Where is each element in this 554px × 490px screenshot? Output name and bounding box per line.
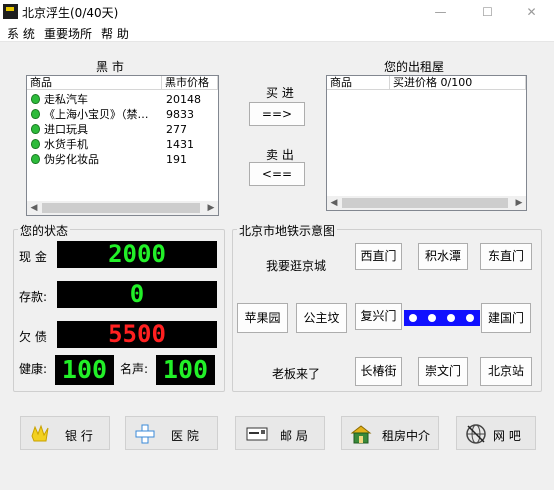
status-title: 您的状态 xyxy=(18,222,71,239)
subway-stop-dot xyxy=(409,314,417,322)
subway-map-title: 北京市地铁示意图 xyxy=(237,222,338,239)
envelope-icon xyxy=(246,427,268,441)
maximize-button[interactable]: ☐ xyxy=(465,0,510,24)
rental-agency-button[interactable]: 租房中介 xyxy=(341,416,439,450)
goods-icon xyxy=(31,124,40,134)
list-item[interactable]: 《上海小宝贝》（禁… 9833 xyxy=(29,107,217,122)
cash-display: 2000 xyxy=(57,241,217,268)
goods-icon xyxy=(31,109,40,119)
bank-label: 银 行 xyxy=(65,429,93,443)
rental-agency-label: 租房中介 xyxy=(382,429,431,443)
window-title: 北京浮生(0/40天) xyxy=(22,6,119,20)
post-office-label: 邮 局 xyxy=(280,429,308,443)
fame-label: 名声: xyxy=(120,362,149,376)
scroll-thumb[interactable] xyxy=(42,203,200,213)
debt-display: 5500 xyxy=(57,321,217,348)
menu-help[interactable]: 帮 助 xyxy=(101,25,129,42)
hospital-cross-icon xyxy=(135,424,155,444)
post-office-button[interactable]: 邮 局 xyxy=(235,416,325,450)
station-fuxingmen-button[interactable]: 复兴门 xyxy=(355,303,402,330)
black-market-list[interactable]: 商品 黑市价格 走私汽车 20148 《上海小宝贝》（禁… 9833 进口玩具 … xyxy=(26,75,219,216)
column-header-goods[interactable]: 商品 xyxy=(327,76,390,90)
sell-button[interactable]: <== xyxy=(249,162,305,186)
rental-room-list[interactable]: 商品 买进价格 0/100 ◀ ▶ xyxy=(326,75,527,211)
black-market-title: 黑 市 xyxy=(96,60,124,74)
station-jishuitan-button[interactable]: 积水潭 xyxy=(418,243,468,270)
horizontal-scrollbar[interactable]: ◀ ▶ xyxy=(27,201,218,215)
hospital-label: 医 院 xyxy=(171,429,199,443)
subway-stop-dot xyxy=(466,314,474,322)
close-button[interactable]: ✕ xyxy=(509,0,554,24)
subway-stop-dot xyxy=(428,314,436,322)
deposit-label: 存款: xyxy=(19,290,48,304)
rental-room-title: 您的出租屋 xyxy=(384,60,445,74)
minimize-button[interactable]: — xyxy=(418,0,463,24)
horizontal-scrollbar[interactable]: ◀ ▶ xyxy=(327,196,526,210)
column-header-goods[interactable]: 商品 xyxy=(27,76,162,90)
column-header-black-price[interactable]: 黑市价格 xyxy=(162,76,218,90)
list-item[interactable]: 伪劣化妆品 191 xyxy=(29,152,217,167)
scroll-left-icon[interactable]: ◀ xyxy=(27,201,41,215)
subway-note-wander: 我要逛京城 xyxy=(266,259,327,273)
buy-button[interactable]: ==> xyxy=(249,102,305,126)
hospital-button[interactable]: 医 院 xyxy=(125,416,218,450)
goods-icon xyxy=(31,154,40,164)
station-changchunjie-button[interactable]: 长椿街 xyxy=(355,357,402,386)
column-header-buy-price[interactable]: 买进价格 0/100 xyxy=(390,76,526,90)
health-display: 100 xyxy=(55,355,114,385)
station-dongzhimen-button[interactable]: 东直门 xyxy=(480,243,532,270)
station-jianguomen-button[interactable]: 建国门 xyxy=(481,303,531,333)
bank-icon xyxy=(31,424,49,442)
internet-cafe-label: 网 吧 xyxy=(493,429,521,443)
station-xizhimen-button[interactable]: 西直门 xyxy=(355,243,402,270)
subway-note-boss: 老板来了 xyxy=(272,367,321,381)
deposit-display: 0 xyxy=(57,281,217,308)
no-internet-globe-icon xyxy=(466,424,486,444)
buy-label: 买 进 xyxy=(266,86,294,100)
menu-bar: 系 统 重要场所 帮 助 xyxy=(0,24,554,42)
sell-label: 卖 出 xyxy=(266,148,294,162)
cash-label: 现 金 xyxy=(19,250,47,264)
debt-label: 欠 债 xyxy=(19,330,47,344)
list-item[interactable]: 走私汽车 20148 xyxy=(29,92,217,107)
station-gongzhufen-button[interactable]: 公主坟 xyxy=(296,303,347,333)
health-label: 健康: xyxy=(19,362,48,376)
station-pingguoyuan-button[interactable]: 苹果园 xyxy=(237,303,288,333)
house-icon xyxy=(350,425,372,444)
app-icon xyxy=(3,4,18,19)
subway-line xyxy=(404,310,480,326)
scroll-right-icon[interactable]: ▶ xyxy=(204,201,218,215)
station-chongwenmen-button[interactable]: 崇文门 xyxy=(418,357,468,386)
bank-button[interactable]: 银 行 xyxy=(20,416,110,450)
scroll-right-icon[interactable]: ▶ xyxy=(512,196,526,210)
scroll-left-icon[interactable]: ◀ xyxy=(327,196,341,210)
menu-system[interactable]: 系 统 xyxy=(7,25,35,42)
station-beijingzhan-button[interactable]: 北京站 xyxy=(480,357,532,386)
fame-display: 100 xyxy=(156,355,215,385)
internet-cafe-button[interactable]: 网 吧 xyxy=(456,416,536,450)
title-bar: 北京浮生(0/40天) — ☐ ✕ xyxy=(0,0,554,24)
list-item[interactable]: 进口玩具 277 xyxy=(29,122,217,137)
list-item[interactable]: 水货手机 1431 xyxy=(29,137,217,152)
goods-icon xyxy=(31,139,40,149)
menu-important-places[interactable]: 重要场所 xyxy=(44,25,92,42)
subway-stop-dot xyxy=(447,314,455,322)
goods-icon xyxy=(31,94,40,104)
scroll-thumb[interactable] xyxy=(342,198,508,208)
